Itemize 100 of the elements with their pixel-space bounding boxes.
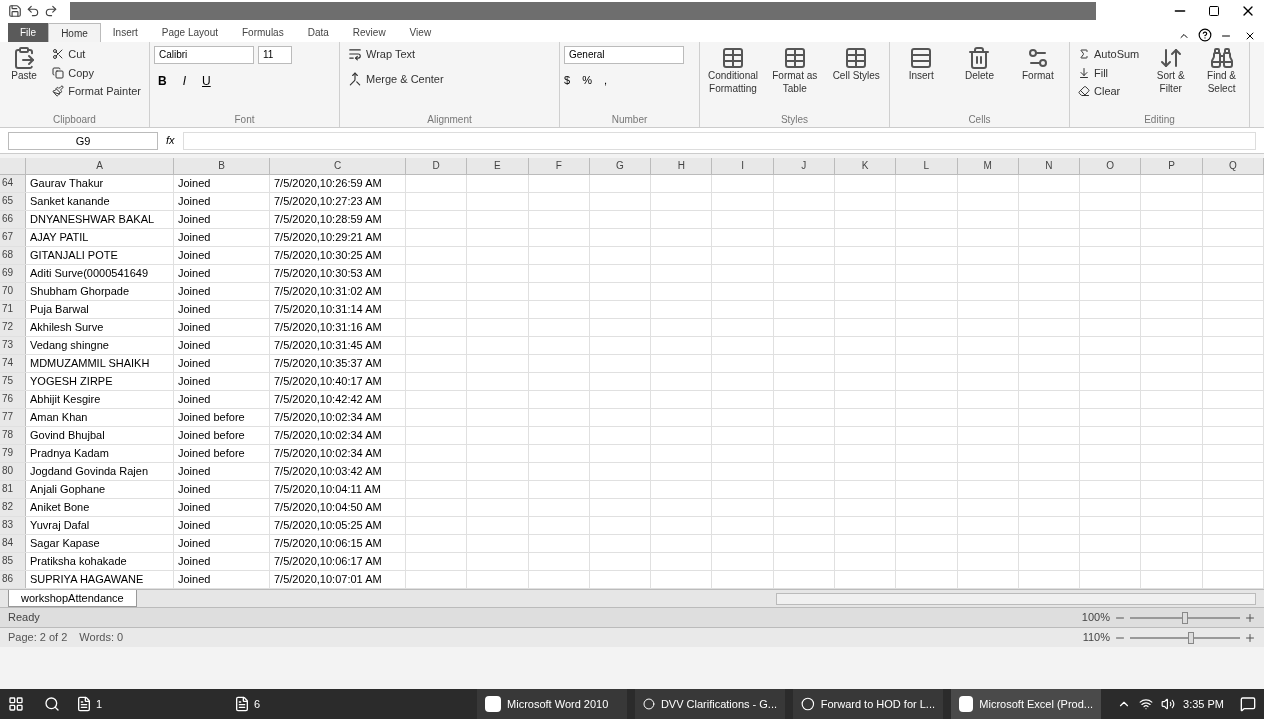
row-header[interactable]: 77 (0, 409, 26, 426)
zoom-slider[interactable] (1130, 611, 1240, 624)
row-header[interactable]: 81 (0, 481, 26, 498)
help-icon[interactable] (1198, 28, 1212, 42)
row-header[interactable]: 73 (0, 337, 26, 354)
cells-button[interactable]: Insert (894, 46, 949, 83)
column-header[interactable]: F (528, 158, 590, 174)
row-header[interactable]: 74 (0, 355, 26, 372)
zoom-slider[interactable] (1130, 631, 1240, 644)
underline-button[interactable]: U (198, 72, 215, 90)
redo-icon[interactable] (44, 4, 58, 18)
column-header[interactable]: D (406, 158, 468, 174)
row-header[interactable]: 79 (0, 445, 26, 462)
taskbar-button[interactable]: 6 (226, 695, 376, 713)
row-header[interactable]: 75 (0, 373, 26, 390)
ribbon-tab[interactable]: Insert (100, 23, 150, 42)
taskbar-app[interactable]: DVV Clarifications - G... (635, 689, 786, 719)
row-header[interactable]: 69 (0, 265, 26, 282)
cells-button[interactable]: Delete (952, 46, 1007, 83)
comma-button[interactable]: , (603, 72, 607, 89)
ribbon-tab[interactable]: Page Layout (149, 23, 230, 42)
number-format-field[interactable]: General (564, 46, 684, 64)
find-select-button[interactable]: Find & Select (1198, 46, 1245, 95)
volume-icon[interactable] (1161, 697, 1176, 711)
formula-input[interactable] (182, 131, 1256, 150)
zoom-in-icon[interactable] (1244, 631, 1256, 644)
column-header[interactable]: H (651, 158, 713, 174)
row-header[interactable]: 80 (0, 463, 26, 480)
row-header[interactable]: 66 (0, 211, 26, 228)
undo-icon[interactable] (26, 4, 40, 18)
column-header[interactable]: C (270, 158, 406, 174)
column-header[interactable]: P (1141, 158, 1203, 174)
autosum-button[interactable]: AutoSum (1074, 46, 1144, 63)
row-header[interactable]: 67 (0, 229, 26, 246)
zoom-thumb[interactable] (1182, 611, 1188, 624)
maximize-icon[interactable] (1208, 5, 1220, 17)
ribbon-tab[interactable]: Data (295, 23, 341, 42)
row-header[interactable]: 85 (0, 553, 26, 570)
ribbon-tab[interactable]: Formulas (230, 23, 296, 42)
search-icon[interactable] (44, 696, 60, 712)
ribbon-tab[interactable]: View (397, 23, 444, 42)
column-header[interactable]: Q (1202, 158, 1264, 174)
function-label[interactable]: fx (166, 132, 175, 149)
row-header[interactable]: 64 (0, 175, 26, 192)
taskbar-app[interactable]: Forward to HOD for L... (793, 689, 944, 719)
fill-button[interactable]: Fill (1074, 64, 1144, 81)
row-header[interactable]: 78 (0, 427, 26, 444)
notification-icon[interactable] (1240, 696, 1256, 712)
italic-button[interactable]: I (178, 72, 190, 90)
wrap-text-button[interactable]: Wrap Text (344, 46, 448, 63)
column-header[interactable]: G (589, 158, 652, 174)
paste-button[interactable]: Paste (4, 46, 45, 83)
row-header[interactable]: 71 (0, 301, 26, 318)
start-icon[interactable] (8, 696, 24, 712)
row-header[interactable]: 86 (0, 571, 26, 588)
zoom-in-icon[interactable] (1244, 611, 1256, 624)
row-header[interactable]: 68 (0, 247, 26, 264)
sort-filter-button[interactable]: Sort & Filter (1147, 46, 1195, 95)
row-header[interactable]: 70 (0, 283, 26, 300)
ribbon-tab[interactable]: File (8, 23, 49, 42)
column-header[interactable]: B (174, 158, 270, 174)
styles-button[interactable]: Cell Styles (827, 46, 885, 83)
cut-button[interactable]: Cut (48, 46, 145, 63)
column-header[interactable]: L (896, 158, 958, 174)
horizontal-scrollbar[interactable] (776, 592, 1256, 605)
row-header[interactable]: 76 (0, 391, 26, 408)
clock[interactable]: 3:35 PM (1183, 695, 1224, 713)
ribbon-tab[interactable]: Review (340, 23, 398, 42)
close-icon[interactable] (1244, 30, 1256, 42)
clear-button[interactable]: Clear (1074, 83, 1144, 100)
row-header[interactable]: 84 (0, 535, 26, 552)
column-header[interactable]: I (712, 158, 774, 174)
column-header[interactable]: N (1018, 158, 1081, 174)
column-header[interactable]: A (26, 158, 174, 174)
merge-center-button[interactable]: Merge & Center (344, 70, 448, 87)
column-header[interactable]: J (773, 158, 835, 174)
column-header[interactable]: K (834, 158, 897, 174)
font-family-field[interactable]: Calibri (154, 46, 254, 64)
taskbar-button[interactable]: 1 (68, 695, 218, 713)
taskbar-app[interactable]: Microsoft Excel (Prod... (951, 689, 1102, 719)
zoom-thumb[interactable] (1187, 631, 1194, 644)
ribbon-tab[interactable]: Home (48, 23, 101, 42)
styles-button[interactable]: Conditional Formatting (704, 46, 762, 95)
save-icon[interactable] (8, 4, 22, 18)
column-header[interactable]: O (1080, 158, 1142, 174)
row-header[interactable]: 82 (0, 499, 26, 516)
wifi-icon[interactable] (1139, 697, 1154, 711)
copy-button[interactable]: Copy (48, 64, 145, 81)
row-header[interactable]: 65 (0, 193, 26, 210)
currency-button[interactable]: $ (564, 72, 571, 89)
row-header[interactable]: 83 (0, 517, 26, 534)
taskbar-app[interactable]: Microsoft Word 2010 (477, 689, 628, 719)
font-size-field[interactable]: 11 (258, 46, 292, 64)
name-box[interactable]: G9 (8, 131, 158, 150)
sheet-tab[interactable]: workshopAttendance (8, 589, 137, 608)
row-header[interactable]: 72 (0, 319, 26, 336)
percent-button[interactable]: % (582, 72, 592, 89)
column-header[interactable]: M (957, 158, 1019, 174)
bold-button[interactable]: B (154, 72, 171, 90)
cells-button[interactable]: Format (1010, 46, 1065, 83)
